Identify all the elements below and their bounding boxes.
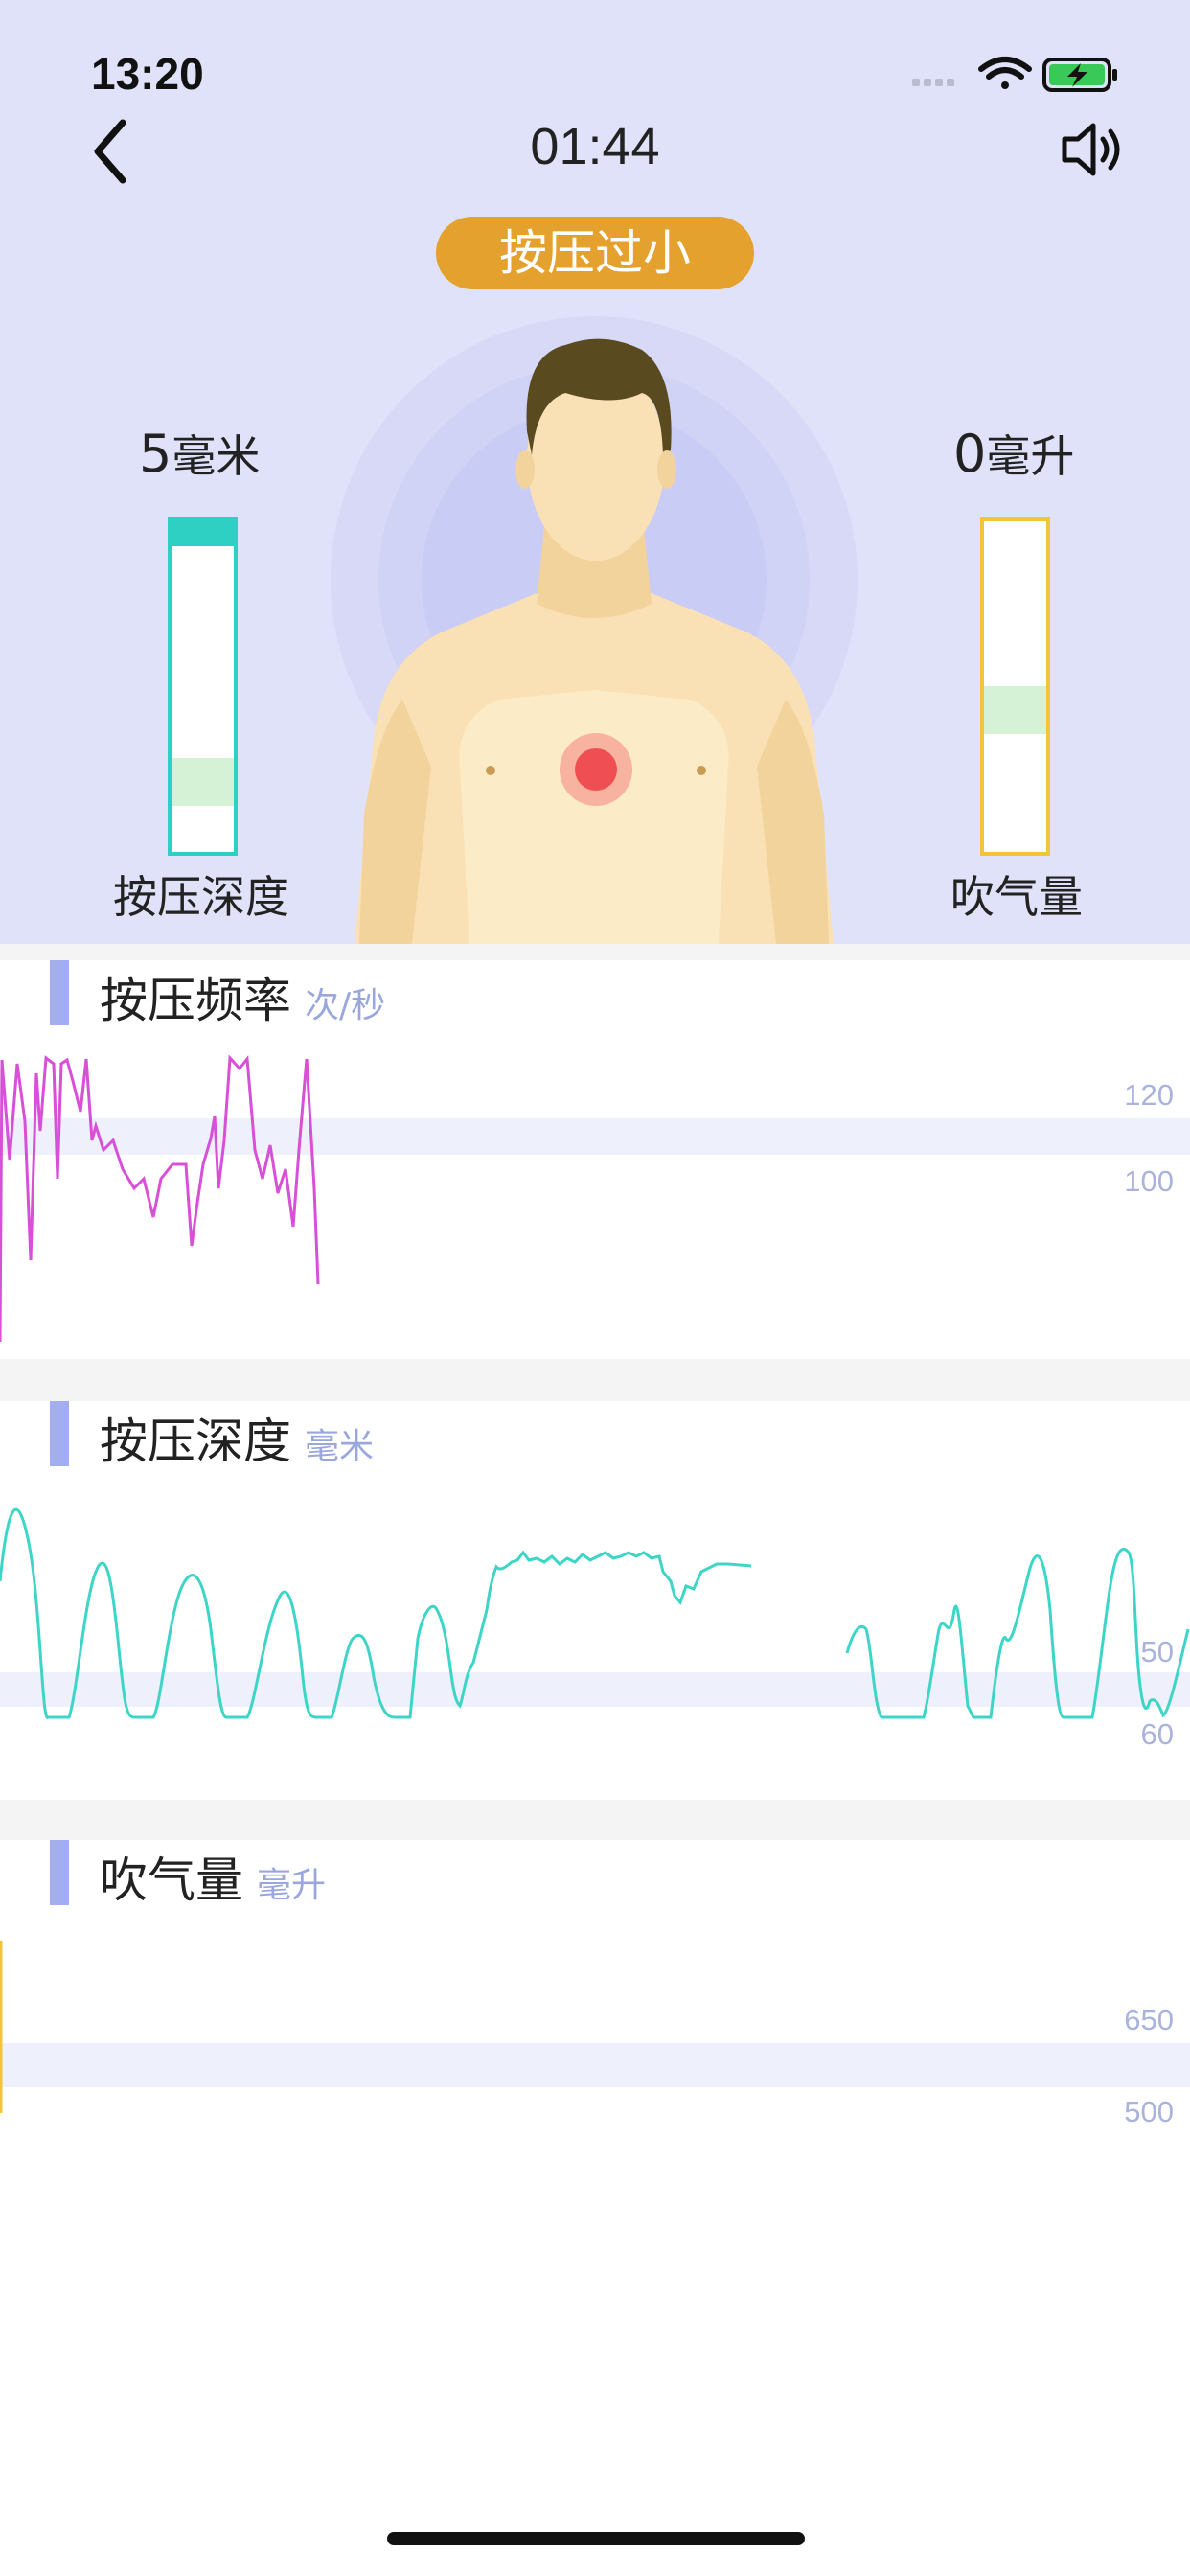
rate-section-title: 按压频率 次/秒 [100, 962, 385, 1031]
depth-series-line [845, 1547, 1190, 1719]
section-divider [0, 1359, 1190, 1401]
depth-gauge-readout: 5毫米 [139, 422, 260, 485]
volume-line-chart [0, 1941, 3, 2113]
volume-gauge-target-band [984, 686, 1046, 734]
status-icons [912, 57, 1117, 92]
section-marker [50, 1840, 69, 1905]
depth-line-chart [0, 1507, 1190, 1719]
volume-unit: 毫升 [257, 1866, 327, 1905]
depth-gauge-unit: 毫米 [172, 430, 261, 482]
status-time: 13:20 [91, 49, 204, 99]
depth-gauge-fill [172, 521, 234, 546]
depth-series-line [0, 1507, 752, 1719]
wifi-icon [978, 57, 1032, 89]
top-panel: 13:20 01:44 按压过小 5毫米 按压深度 0毫升 吹气量 [0, 0, 1190, 944]
status-badge: 按压过小 [436, 217, 754, 289]
volume-gauge-value: 0 [953, 424, 987, 484]
depth-gauge-label: 按压深度 [113, 871, 289, 923]
cpr-mannequin-illustration [331, 316, 858, 944]
speaker-icon [1062, 123, 1120, 176]
depth-unit: 毫米 [305, 1427, 375, 1466]
rate-series-line [0, 1054, 320, 1343]
volume-gauge [980, 518, 1050, 856]
volume-gauge-readout: 0毫升 [953, 422, 1074, 485]
depth-gauge-value: 5 [139, 424, 172, 484]
rate-title-text: 按压频率 [100, 973, 291, 1028]
sound-button[interactable] [1061, 120, 1128, 179]
depth-gauge-target-band [172, 758, 234, 806]
section-marker [50, 960, 69, 1025]
home-indicator[interactable] [387, 2532, 805, 2545]
depth-title-text: 按压深度 [100, 1414, 291, 1469]
rate-unit: 次/秒 [305, 986, 386, 1025]
section-divider [0, 944, 1190, 960]
depth-gauge [168, 518, 238, 856]
volume-title-text: 吹气量 [100, 1852, 243, 1908]
volume-gauge-label: 吹气量 [950, 871, 1083, 923]
cellular-signal-icon [912, 79, 954, 86]
rate-line-chart [0, 1054, 320, 1343]
battery-charging-icon [1042, 58, 1117, 92]
volume-gauge-unit: 毫升 [986, 430, 1075, 482]
depth-section-title: 按压深度 毫米 [100, 1403, 374, 1472]
volume-section-title: 吹气量 毫升 [100, 1842, 326, 1911]
section-marker [50, 1401, 69, 1466]
section-divider [0, 1800, 1190, 1840]
elapsed-timer: 01:44 [530, 118, 660, 175]
